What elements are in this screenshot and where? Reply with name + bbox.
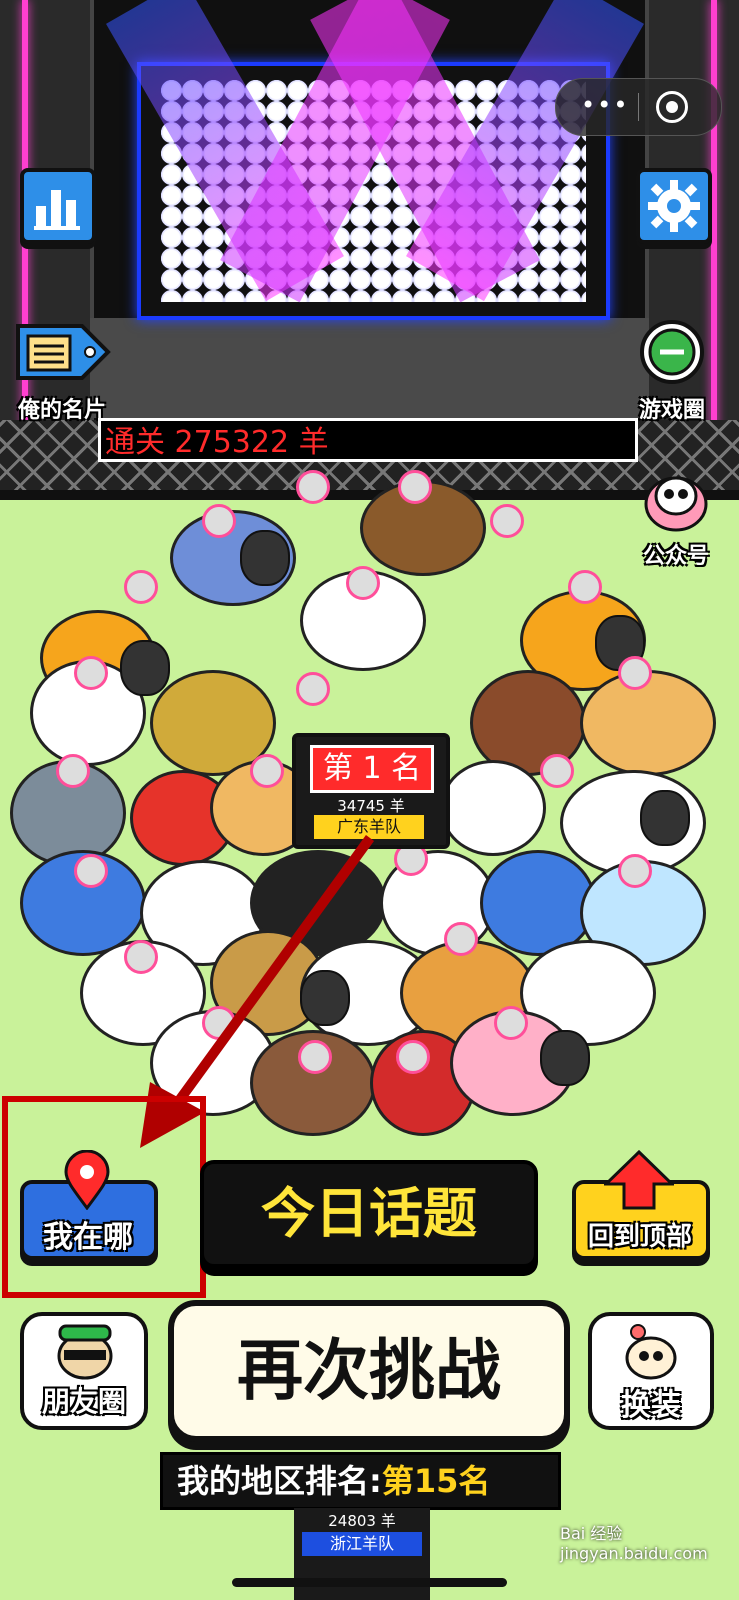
- retry-challenge-button[interactable]: 再次挑战: [168, 1300, 570, 1442]
- moments-label: 朋友圈: [41, 1385, 126, 1418]
- where-am-i-label: 我在哪: [43, 1220, 133, 1255]
- where-am-i-button[interactable]: 我在哪: [20, 1150, 158, 1262]
- moments-button[interactable]: 朋友圈: [20, 1312, 148, 1430]
- cool-sheep-icon: [57, 1324, 113, 1380]
- back-to-top-label: 回到顶部: [587, 1222, 692, 1252]
- up-arrow-icon: [604, 1150, 674, 1210]
- second-team-name: 浙江羊队: [302, 1532, 422, 1556]
- dress-up-label: 换装: [621, 1388, 681, 1423]
- home-indicator[interactable]: [232, 1578, 507, 1587]
- second-team-count: 24803 羊: [328, 1512, 396, 1530]
- region-rank-value: 第15名: [381, 1462, 491, 1500]
- today-topic-label: 今日话题: [261, 1182, 477, 1245]
- today-topic-button[interactable]: 今日话题: [200, 1160, 538, 1268]
- region-rank-prefix: 我的地区排名:: [177, 1462, 382, 1500]
- watermark: Bai 经验 jingyan.baidu.com: [560, 1524, 708, 1563]
- region-rank-bar: 我的地区排名:第15名: [160, 1452, 561, 1510]
- back-to-top-button[interactable]: 回到顶部: [572, 1150, 710, 1262]
- dressed-sheep-icon: [625, 1324, 677, 1380]
- dress-up-button[interactable]: 换装: [588, 1312, 714, 1430]
- retry-challenge-label: 再次挑战: [237, 1332, 501, 1409]
- location-pin-icon: [64, 1150, 110, 1210]
